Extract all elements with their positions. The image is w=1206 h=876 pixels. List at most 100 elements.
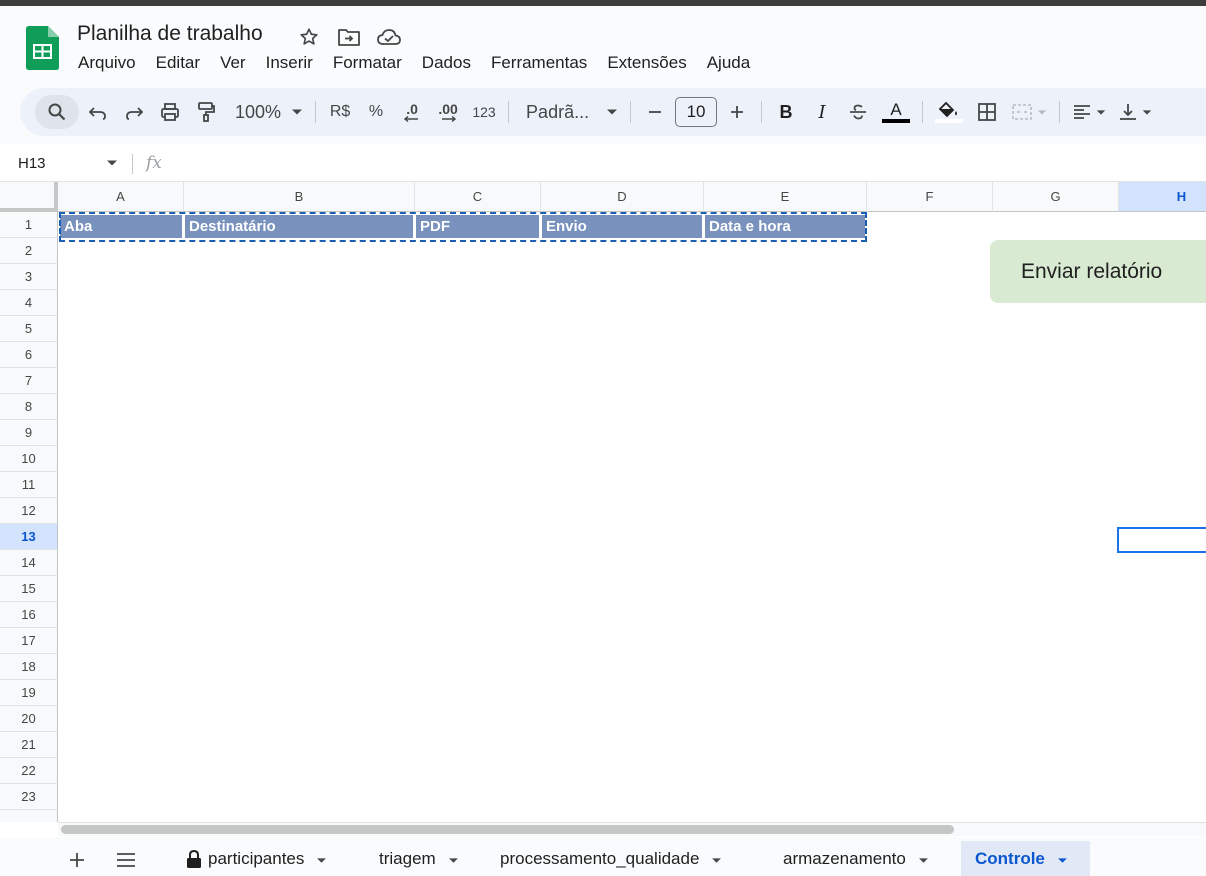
fill-color-button[interactable] (930, 95, 968, 129)
currency-format-button[interactable]: R$ (323, 95, 357, 129)
menu-arquivo[interactable]: Arquivo (68, 51, 146, 75)
merge-cells-button[interactable] (1006, 95, 1052, 129)
row-header-5[interactable]: 5 (0, 316, 58, 342)
row-header-21[interactable]: 21 (0, 732, 58, 758)
row-header-22[interactable]: 22 (0, 758, 58, 784)
undo-button[interactable] (81, 95, 115, 129)
move-folder-icon[interactable] (336, 24, 362, 50)
row-header-24[interactable] (0, 810, 58, 822)
active-cell-h13[interactable] (1117, 527, 1206, 553)
row-header-15[interactable]: 15 (0, 576, 58, 602)
column-header-c[interactable]: C (415, 182, 541, 212)
row-header-4[interactable]: 4 (0, 290, 58, 316)
chevron-down-icon (918, 849, 929, 869)
column-header-d[interactable]: D (541, 182, 704, 212)
increase-decimal-button[interactable]: .00 (431, 95, 465, 129)
row-header-7[interactable]: 7 (0, 368, 58, 394)
sheet-tab-armazenamento[interactable]: armazenamento (769, 841, 943, 876)
horizontal-align-button[interactable] (1067, 95, 1111, 129)
borders-button[interactable] (970, 95, 1004, 129)
sheet-tab-controle[interactable]: Controle (961, 841, 1090, 876)
select-all-corner[interactable] (0, 182, 58, 212)
menu-editar[interactable]: Editar (146, 51, 210, 75)
name-box[interactable]: H13 (8, 150, 124, 176)
column-header-a[interactable]: A (58, 182, 184, 212)
menu-ferramentas[interactable]: Ferramentas (481, 51, 597, 75)
increase-font-size-button[interactable] (720, 95, 754, 129)
row-header-9[interactable]: 9 (0, 420, 58, 446)
cell-c1[interactable]: PDF (414, 213, 541, 240)
row-header-14[interactable]: 14 (0, 550, 58, 576)
arrow-left-icon (404, 116, 419, 122)
font-family-select[interactable]: Padrã... (516, 95, 623, 129)
strikethrough-button[interactable] (841, 95, 875, 129)
column-header-h[interactable]: H (1119, 182, 1206, 212)
increase-decimal-label: .00 (438, 101, 458, 117)
zoom-value: 100% (235, 101, 282, 122)
add-sheet-button[interactable] (62, 845, 92, 875)
font-family-value: Padrã... (526, 101, 590, 122)
row-header-3[interactable]: 3 (0, 264, 58, 290)
document-title[interactable]: Planilha de trabalho (77, 22, 263, 46)
row-header-1[interactable]: 1 (0, 212, 58, 238)
sheets-logo-icon[interactable] (26, 26, 59, 70)
redo-button[interactable] (117, 95, 151, 129)
all-sheets-button[interactable] (111, 845, 141, 875)
toolbar-divider (508, 101, 510, 123)
spreadsheet-grid[interactable]: A B C D E F G H 1 2 3 4 5 6 7 8 9 10 11 … (0, 182, 1206, 822)
sheet-tab-participantes[interactable]: participantes (172, 841, 341, 876)
row-header-6[interactable]: 6 (0, 342, 58, 368)
sheet-tab-processamento-qualidade[interactable]: processamento_qualidade (486, 841, 736, 876)
row-header-2[interactable]: 2 (0, 238, 58, 264)
vertical-align-button[interactable] (1113, 95, 1157, 129)
decrease-decimal-button[interactable]: .0 (395, 95, 429, 129)
row-header-8[interactable]: 8 (0, 394, 58, 420)
star-icon[interactable] (296, 24, 322, 50)
row-header-12[interactable]: 12 (0, 498, 58, 524)
row-header-11[interactable]: 11 (0, 472, 58, 498)
menu-inserir[interactable]: Inserir (256, 51, 323, 75)
column-header-f[interactable]: F (867, 182, 993, 212)
search-menus-button[interactable] (35, 95, 79, 129)
italic-button[interactable]: I (805, 95, 839, 129)
sheet-tab-triagem[interactable]: triagem (365, 841, 473, 876)
column-header-b[interactable]: B (184, 182, 415, 212)
bold-label: B (779, 101, 793, 122)
row-header-13[interactable]: 13 (0, 524, 58, 550)
menu-ver[interactable]: Ver (210, 51, 256, 75)
horizontal-scrollbar[interactable] (58, 822, 1206, 836)
column-header-e[interactable]: E (704, 182, 867, 212)
decrease-font-size-button[interactable] (638, 95, 672, 129)
cloud-saved-icon[interactable] (376, 24, 402, 50)
row-header-17[interactable]: 17 (0, 628, 58, 654)
row-header-19[interactable]: 19 (0, 680, 58, 706)
cell-b1[interactable]: Destinatário (183, 213, 415, 240)
row-header-10[interactable]: 10 (0, 446, 58, 472)
row-header-18[interactable]: 18 (0, 654, 58, 680)
horizontal-scrollbar-thumb[interactable] (61, 825, 954, 834)
row-header-23[interactable]: 23 (0, 784, 58, 810)
menu-ajuda[interactable]: Ajuda (697, 51, 760, 75)
toolbar: 100% R$ % .0 .00 123 Padrã... 10 B I A (20, 88, 1206, 136)
menu-icon (117, 853, 135, 867)
row-header-16[interactable]: 16 (0, 602, 58, 628)
column-header-g[interactable]: G (993, 182, 1119, 212)
cell-e1[interactable]: Data e hora (703, 213, 867, 240)
print-button[interactable] (153, 95, 187, 129)
paint-format-button[interactable] (189, 95, 223, 129)
sheet-tab-bar: participantes triagem processamento_qual… (0, 837, 1206, 876)
menu-dados[interactable]: Dados (412, 51, 481, 75)
menu-extensoes[interactable]: Extensões (597, 51, 696, 75)
more-formats-button[interactable]: 123 (467, 95, 501, 129)
header: Planilha de trabalho Arquivo Editar Ver … (0, 6, 1206, 84)
cell-a1[interactable]: Aba (58, 213, 184, 240)
text-color-button[interactable]: A (877, 95, 915, 129)
menu-formatar[interactable]: Formatar (323, 51, 412, 75)
font-size-input[interactable]: 10 (675, 97, 718, 127)
send-report-button[interactable]: Enviar relatório (990, 240, 1206, 303)
row-header-20[interactable]: 20 (0, 706, 58, 732)
zoom-select[interactable]: 100% (225, 95, 308, 129)
bold-button[interactable]: B (769, 95, 803, 129)
cell-d1[interactable]: Envio (540, 213, 704, 240)
percent-format-button[interactable]: % (359, 95, 393, 129)
